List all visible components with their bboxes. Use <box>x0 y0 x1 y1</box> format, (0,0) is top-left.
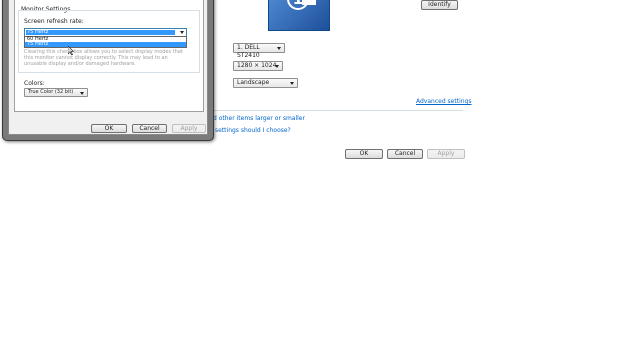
refresh-rate-label: Screen refresh rate: <box>24 18 84 25</box>
monitor-preview[interactable]: 1 <box>268 0 330 31</box>
chevron-down-icon <box>277 47 281 50</box>
chevron-down-icon <box>275 65 279 68</box>
dialog-ok-button[interactable]: OK <box>91 124 127 133</box>
colors-label: Colors: <box>24 80 45 87</box>
colors-select-value: True Color (32 bit) <box>28 89 74 95</box>
tab-content-panel: Monitor Settings Screen refresh rate: 75… <box>14 0 204 112</box>
make-text-larger-link[interactable]: d other items larger or smaller <box>213 115 305 122</box>
orientation-select[interactable]: Landscape <box>233 78 298 88</box>
what-settings-link[interactable]: settings should I choose? <box>215 127 291 134</box>
resolution-select[interactable]: 1280 × 1024 <box>233 61 283 71</box>
dialog-body: Monitor Settings Screen refresh rate: 75… <box>8 0 208 135</box>
colors-select[interactable]: True Color (32 bit) <box>24 88 88 97</box>
cancel-button[interactable]: Cancel <box>387 149 423 159</box>
refresh-rate-selected: 75 Hertz <box>26 30 175 35</box>
dialog-cancel-button[interactable]: Cancel <box>132 124 167 133</box>
orientation-select-value: Landscape <box>237 79 270 86</box>
monitor-properties-dialog: Monitor Settings Screen refresh rate: 75… <box>2 0 214 141</box>
advanced-settings-link[interactable]: Advanced settings <box>416 98 471 105</box>
refresh-rate-selected-value: 75 Hertz <box>27 29 49 35</box>
refresh-rate-dropdown: 60 Hertz 75 Hertz <box>24 36 187 48</box>
display-select[interactable]: 1. DELL ST2410 <box>233 43 285 59</box>
chevron-down-icon <box>180 31 184 34</box>
hide-modes-warning: Clearing this check box allows you to se… <box>24 49 183 67</box>
apply-button: Apply <box>427 149 465 159</box>
chevron-down-icon <box>290 82 294 85</box>
refresh-option-75[interactable]: 75 Hertz <box>25 42 186 47</box>
identify-button[interactable]: Identify <box>421 0 458 10</box>
monitor-screen-highlight <box>302 0 316 5</box>
chevron-down-icon <box>80 92 84 95</box>
resolution-select-value: 1280 × 1024 <box>237 62 277 69</box>
section-divider <box>213 110 463 111</box>
dialog-apply-button: Apply <box>172 124 206 133</box>
display-select-value: 1. DELL ST2410 <box>237 44 260 59</box>
ok-button[interactable]: OK <box>345 149 383 159</box>
